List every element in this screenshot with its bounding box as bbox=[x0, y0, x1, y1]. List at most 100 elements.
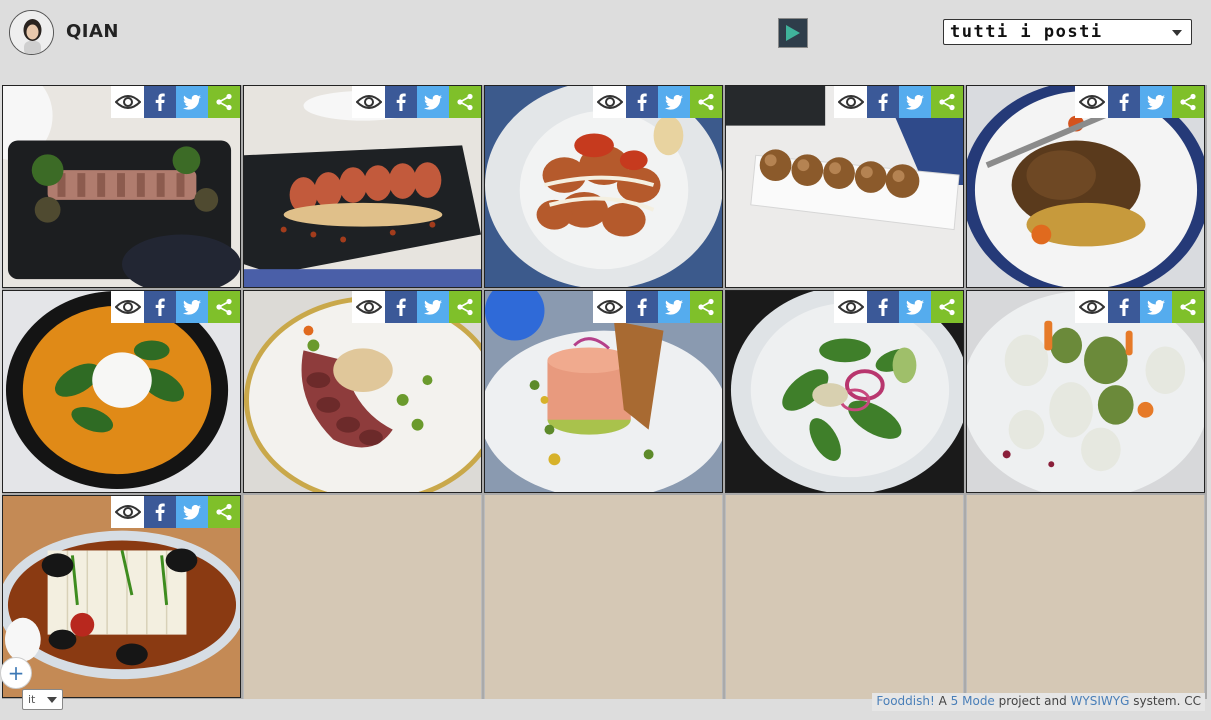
facebook-share-button[interactable] bbox=[385, 291, 417, 323]
facebook-icon bbox=[396, 298, 406, 316]
footer-text-project: project and bbox=[998, 694, 1067, 708]
twitter-icon bbox=[183, 94, 201, 110]
photo-actions bbox=[111, 86, 240, 118]
user-avatar[interactable] bbox=[9, 10, 54, 55]
twitter-share-button[interactable] bbox=[176, 291, 208, 323]
page: QIAN tutti i posti + it Fooddish! A 5 Mo… bbox=[0, 0, 1211, 720]
photo-card[interactable] bbox=[484, 290, 723, 493]
share-icon bbox=[216, 503, 232, 521]
facebook-share-button[interactable] bbox=[385, 86, 417, 118]
twitter-share-button[interactable] bbox=[417, 291, 449, 323]
share-button[interactable] bbox=[208, 291, 240, 323]
photo-card[interactable] bbox=[2, 290, 241, 493]
photo-card[interactable] bbox=[725, 290, 964, 493]
view-button[interactable] bbox=[1075, 291, 1108, 323]
twitter-share-button[interactable] bbox=[899, 86, 931, 118]
twitter-share-button[interactable] bbox=[1140, 291, 1172, 323]
twitter-share-button[interactable] bbox=[658, 86, 690, 118]
facebook-share-button[interactable] bbox=[867, 86, 899, 118]
wysiwyg-link[interactable]: WYSIWYG bbox=[1071, 694, 1130, 708]
language-select[interactable]: it bbox=[22, 689, 63, 710]
view-button[interactable] bbox=[111, 496, 144, 528]
photo-actions bbox=[593, 291, 722, 323]
twitter-icon bbox=[1147, 94, 1165, 110]
view-button[interactable] bbox=[1075, 86, 1108, 118]
twitter-share-button[interactable] bbox=[176, 496, 208, 528]
view-button[interactable] bbox=[834, 291, 867, 323]
share-icon bbox=[457, 298, 473, 316]
facebook-share-button[interactable] bbox=[144, 291, 176, 323]
share-button[interactable] bbox=[1172, 291, 1204, 323]
facebook-share-button[interactable] bbox=[1108, 291, 1140, 323]
photo-card[interactable] bbox=[484, 85, 723, 288]
share-icon bbox=[939, 298, 955, 316]
empty-slot bbox=[484, 495, 723, 699]
eye-icon bbox=[596, 300, 623, 314]
twitter-share-button[interactable] bbox=[658, 291, 690, 323]
twitter-share-button[interactable] bbox=[176, 86, 208, 118]
share-button[interactable] bbox=[931, 86, 963, 118]
facebook-icon bbox=[637, 93, 647, 111]
facebook-share-button[interactable] bbox=[867, 291, 899, 323]
share-icon bbox=[216, 298, 232, 316]
footer-text-system: system. CC bbox=[1133, 694, 1201, 708]
view-button[interactable] bbox=[352, 86, 385, 118]
facebook-share-button[interactable] bbox=[144, 86, 176, 118]
share-icon bbox=[698, 93, 714, 111]
fooddish-link[interactable]: Fooddish! bbox=[876, 694, 934, 708]
add-photo-button[interactable]: + bbox=[0, 657, 32, 689]
eye-icon bbox=[355, 300, 382, 314]
twitter-share-button[interactable] bbox=[417, 86, 449, 118]
photo-actions bbox=[593, 86, 722, 118]
facebook-share-button[interactable] bbox=[1108, 86, 1140, 118]
share-button[interactable] bbox=[449, 86, 481, 118]
twitter-icon bbox=[183, 504, 201, 520]
view-button[interactable] bbox=[593, 291, 626, 323]
photo-actions bbox=[352, 291, 481, 323]
view-button[interactable] bbox=[593, 86, 626, 118]
view-button[interactable] bbox=[111, 291, 144, 323]
share-button[interactable] bbox=[1172, 86, 1204, 118]
facebook-share-button[interactable] bbox=[144, 496, 176, 528]
photo-card[interactable] bbox=[725, 85, 964, 288]
twitter-icon bbox=[1147, 299, 1165, 315]
view-button[interactable] bbox=[352, 291, 385, 323]
twitter-icon bbox=[665, 94, 683, 110]
share-icon bbox=[939, 93, 955, 111]
share-button[interactable] bbox=[449, 291, 481, 323]
photo-card[interactable] bbox=[966, 85, 1205, 288]
view-button[interactable] bbox=[111, 86, 144, 118]
facebook-share-button[interactable] bbox=[626, 86, 658, 118]
view-button[interactable] bbox=[834, 86, 867, 118]
share-button[interactable] bbox=[208, 86, 240, 118]
user-name: QIAN bbox=[66, 21, 119, 42]
photo-card[interactable] bbox=[243, 85, 482, 288]
eye-icon bbox=[355, 95, 382, 109]
photo-card[interactable] bbox=[2, 495, 241, 698]
share-button[interactable] bbox=[690, 291, 722, 323]
share-button[interactable] bbox=[690, 86, 722, 118]
eye-icon bbox=[114, 95, 141, 109]
photo-actions bbox=[1075, 86, 1204, 118]
photo-actions bbox=[1075, 291, 1204, 323]
empty-slot bbox=[243, 495, 482, 699]
twitter-share-button[interactable] bbox=[1140, 86, 1172, 118]
photo-card[interactable] bbox=[2, 85, 241, 288]
photo-card[interactable] bbox=[966, 290, 1205, 493]
slideshow-play-button[interactable] bbox=[778, 18, 808, 48]
place-filter-select[interactable]: tutti i posti bbox=[943, 19, 1192, 45]
photo-actions bbox=[111, 496, 240, 528]
facebook-share-button[interactable] bbox=[626, 291, 658, 323]
place-filter-value: tutti i posti bbox=[950, 22, 1103, 42]
twitter-share-button[interactable] bbox=[899, 291, 931, 323]
share-button[interactable] bbox=[208, 496, 240, 528]
facebook-icon bbox=[1119, 93, 1129, 111]
twitter-icon bbox=[665, 299, 683, 315]
eye-icon bbox=[114, 300, 141, 314]
five-mode-link[interactable]: 5 Mode bbox=[951, 694, 995, 708]
photo-card[interactable] bbox=[243, 290, 482, 493]
twitter-icon bbox=[906, 299, 924, 315]
eye-icon bbox=[1078, 300, 1105, 314]
empty-slot bbox=[966, 495, 1205, 699]
share-button[interactable] bbox=[931, 291, 963, 323]
